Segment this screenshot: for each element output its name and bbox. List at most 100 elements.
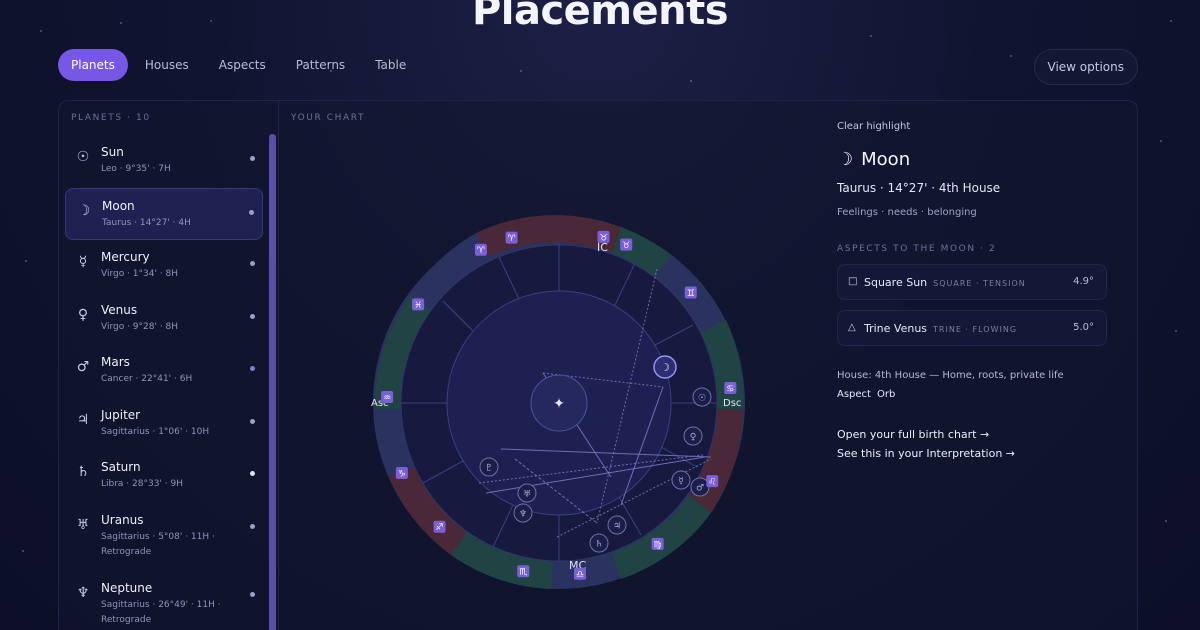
retrograde-label: Retrograde — [101, 614, 152, 625]
svg-text:♇: ♇ — [485, 464, 493, 474]
sun-icon: ☉ — [76, 149, 90, 165]
trine-aspect-icon: △ — [848, 322, 856, 333]
svg-text:♃: ♃ — [613, 522, 621, 532]
planet-detail: Sagittarius · 26°49' · 11H · — [101, 599, 221, 610]
planet-item-mars[interactable]: ♂ Mars Cancer · 22°41' · 6H — [65, 345, 263, 398]
planet-marker[interactable]: ♅ — [517, 483, 537, 503]
zodiac-glyph: ♑ — [395, 466, 408, 479]
mars-icon: ♂ — [76, 359, 90, 375]
svg-text:♒: ♒ — [383, 393, 391, 403]
planet-name: Mercury — [101, 250, 150, 264]
svg-text:♑: ♑ — [398, 469, 406, 479]
aspect-name: Square Sun SQUARE · TENSION — [864, 276, 1026, 289]
aspect-card-square-sun[interactable]: □ Square Sun SQUARE · TENSION 4.9° — [837, 264, 1107, 300]
tab-aspects[interactable]: Aspects — [206, 49, 279, 81]
aspect-name-text: Square Sun — [864, 276, 928, 289]
tab-houses[interactable]: Houses — [132, 49, 202, 81]
planet-sidebar: PLANETS · 10 ☉ Sun Leo · 9°35' · 7H ☽ Mo… — [59, 101, 279, 630]
planet-list: ☉ Sun Leo · 9°35' · 7H ☽ Moon Taurus · 1… — [65, 135, 263, 630]
center-star-icon: ✦ — [553, 396, 565, 412]
svg-text:♐: ♐ — [435, 523, 443, 533]
house-info: House: 4th House — Home, roots, private … — [837, 370, 1064, 381]
interpretation-link[interactable]: See this in your Interpretation → — [837, 447, 1137, 460]
open-birth-chart-link[interactable]: Open your full birth chart → — [837, 428, 1137, 441]
planet-marker[interactable]: ♀ — [683, 426, 703, 446]
planet-item-sun[interactable]: ☉ Sun Leo · 9°35' · 7H — [65, 135, 263, 188]
planet-marker[interactable]: ☉ — [692, 387, 712, 407]
aspects-section-label: ASPECTS TO THE MOON · 2 — [837, 244, 997, 254]
planet-marker[interactable]: ♆ — [513, 503, 533, 523]
planet-item-venus[interactable]: ♀ Venus Virgo · 9°28' · 8H — [65, 293, 263, 346]
aspect-name-text: Trine Venus — [864, 322, 928, 335]
zodiac-glyph: ♈ — [505, 231, 518, 244]
orb-toggle[interactable]: Orb — [877, 389, 895, 400]
svg-text:♏: ♏ — [519, 568, 527, 578]
planet-detail: Virgo · 9°28' · 8H — [101, 321, 179, 332]
view-options-button[interactable]: View options — [1033, 49, 1138, 85]
svg-text:♊: ♊ — [687, 289, 695, 299]
moon-icon: ☽ — [77, 202, 91, 219]
planet-item-neptune[interactable]: ♆ Neptune Sagittarius · 26°49' · 11H · R… — [65, 571, 263, 630]
aspect-toggle[interactable]: Aspect — [837, 389, 871, 400]
svg-text:♋: ♋ — [726, 385, 734, 395]
planet-marker[interactable]: ♄ — [589, 533, 609, 553]
svg-text:☉: ☉ — [698, 394, 706, 404]
status-dot — [250, 471, 255, 476]
status-dot — [249, 209, 254, 215]
aspect-card-trine-venus[interactable]: △ Trine Venus TRINE · FLOWING 5.0° — [837, 310, 1107, 346]
planet-name: Jupiter — [101, 407, 141, 422]
placements-panel: PLANETS · 10 ☉ Sun Leo · 9°35' · 7H ☽ Mo… — [58, 100, 1138, 630]
planet-item-jupiter[interactable]: ♃ Jupiter Sagittarius · 1°06' · 10H — [65, 398, 263, 451]
details-subtitle: Taurus · 14°27' · 4th House — [837, 181, 1001, 195]
sidebar-scrollbar[interactable] — [269, 134, 276, 630]
venus-icon: ♀ — [77, 306, 89, 323]
birth-chart-wheel[interactable]: ✦ IC MC Asc Dsc ☉♀☿♂♃♄♅♆♇ ☽ ♈ ♉♊♋♌♍♎♏♐♑♒♓… — [371, 215, 747, 591]
svg-text:♅: ♅ — [523, 490, 531, 500]
aspect-orb-toggle: Aspect Orb — [837, 389, 1137, 400]
saturn-icon: ♄ — [76, 464, 90, 480]
tab-patterns[interactable]: Patterns — [283, 49, 358, 81]
planet-name: Venus — [101, 302, 138, 317]
zodiac-glyph: ♈ — [474, 243, 487, 256]
tab-planets[interactable]: Planets — [58, 49, 128, 81]
tab-bar: Planets Houses Aspects Patterns Table — [58, 49, 419, 81]
planet-item-saturn[interactable]: ♄ Saturn Libra · 28°33' · 9H — [65, 450, 263, 503]
planet-item-uranus[interactable]: ♅ Uranus Sagittarius · 5°08' · 11H · Ret… — [65, 503, 263, 571]
clear-highlight-button[interactable]: Clear highlight — [837, 121, 1137, 132]
status-dot — [250, 261, 255, 266]
moon-icon: ☽ — [837, 149, 854, 170]
planet-name: Neptune — [101, 580, 153, 595]
square-aspect-icon: □ — [848, 276, 858, 287]
neptune-icon: ♆ — [76, 584, 90, 601]
status-dot — [250, 156, 255, 161]
svg-text:♉: ♉ — [622, 241, 630, 251]
planet-marker[interactable]: ♇ — [479, 457, 499, 477]
svg-text:♎: ♎ — [576, 570, 584, 580]
moon-marker[interactable]: ☽ — [653, 355, 677, 379]
aspect-name: Trine Venus TRINE · FLOWING — [864, 322, 1017, 335]
zodiac-glyph: ♍ — [651, 537, 664, 550]
svg-text:☿: ☿ — [678, 477, 684, 487]
aspect-orb: 4.9° — [1073, 276, 1094, 287]
svg-text:♀: ♀ — [690, 433, 697, 443]
aspect-meta: TRINE · FLOWING — [933, 325, 1018, 334]
tab-table[interactable]: Table — [362, 49, 419, 81]
planet-detail: Cancer · 22°41' · 6H — [101, 374, 193, 384]
status-dot — [250, 591, 255, 597]
planet-marker[interactable]: ♃ — [607, 515, 627, 535]
mercury-icon: ☿ — [78, 254, 88, 270]
planet-item-moon[interactable]: ☽ Moon Taurus · 14°27' · 4H — [65, 187, 263, 240]
zodiac-glyph: ♋ — [724, 382, 737, 395]
svg-text:♓: ♓ — [414, 301, 422, 311]
planet-name: Moon — [102, 198, 135, 213]
planet-detail: Libra · 28°33' · 9H — [101, 479, 183, 489]
planet-item-mercury[interactable]: ☿ Mercury Virgo · 1°34' · 8H — [65, 240, 263, 293]
planet-marker[interactable]: ☿ — [671, 470, 691, 490]
planet-name: Saturn — [101, 460, 141, 474]
zodiac-glyph: ♏ — [517, 565, 530, 578]
planet-name: Mars — [101, 355, 130, 369]
zodiac-glyph: ♌ — [706, 475, 719, 488]
planet-detail: Virgo · 1°34' · 8H — [101, 269, 179, 279]
zodiac-glyph: ♐ — [433, 520, 446, 533]
dsc-label: Dsc — [723, 398, 741, 409]
